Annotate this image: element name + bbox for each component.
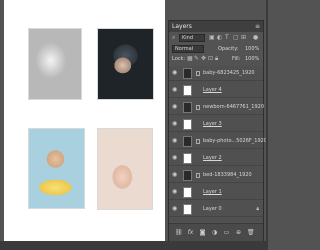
layer-name[interactable]: baby-6823425_1920 <box>203 66 255 81</box>
layer-thumbnail <box>183 153 192 164</box>
filter-shape-icon[interactable]: ▢ <box>233 33 239 43</box>
folder-icon[interactable]: ▭ <box>223 229 230 236</box>
visibility-eye-icon[interactable]: ◉ <box>172 138 178 144</box>
layer-row[interactable]: ◉ Layer 1 <box>169 185 263 200</box>
photo-baby-3[interactable] <box>28 128 85 209</box>
blend-mode-label: Normal <box>175 46 194 52</box>
layer-thumbnail <box>183 85 192 96</box>
panel-menu-icon[interactable]: ≡ <box>255 21 260 32</box>
layer-row[interactable]: ◉ Layer 3 <box>169 117 263 132</box>
status-bar <box>0 241 268 250</box>
layer-row[interactable]: ◉ Layer 2 <box>169 151 263 166</box>
filter-smart-icon[interactable]: ⊞ <box>241 33 246 43</box>
adjustment-icon[interactable]: ◑ <box>211 229 218 236</box>
visibility-eye-icon[interactable]: ◉ <box>172 172 178 178</box>
layer-name[interactable]: Layer 0 <box>203 202 222 217</box>
lock-row: Lock: ▦ ✎ ✥ ⊡ 🔒︎ Fill: 100% <box>169 54 263 64</box>
layer-name[interactable]: baby-photo...5026F_1920 <box>203 134 267 149</box>
trash-icon[interactable]: 🗑︎ <box>247 229 255 236</box>
layer-row[interactable]: ◉ bed-1833984_1920 <box>169 168 263 183</box>
layer-lock-icon: 🔒︎ <box>256 206 259 212</box>
lock-all-icon[interactable]: 🔒︎ <box>215 54 218 64</box>
layer-thumbnail <box>183 204 192 215</box>
fx-icon[interactable]: fx <box>187 229 194 236</box>
layer-name[interactable]: bed-1833984_1920 <box>203 168 252 183</box>
lock-label: Lock: <box>172 56 186 62</box>
new-layer-icon[interactable]: ⊕ <box>235 229 242 236</box>
lock-artboard-icon[interactable]: ⊡ <box>208 54 213 64</box>
filter-toggle-icon[interactable]: ● <box>253 33 258 43</box>
photo-baby-1[interactable] <box>28 28 82 100</box>
layer-thumbnail <box>183 119 192 130</box>
layer-row[interactable]: ◉ Layer 0 🔒︎ <box>169 202 263 217</box>
layer-name[interactable]: Layer 3 <box>203 117 222 132</box>
filter-row: ⌕ Kind ▣ ◐ T ▢ ⊞ ● <box>169 33 263 43</box>
search-icon: ⌕ <box>172 34 176 41</box>
layer-thumbnail <box>183 136 192 147</box>
clip-link-icon <box>196 173 200 178</box>
layer-list: ◉ baby-6823425_1920 ◉ Layer 4 ◉ newborn-64677… <box>169 66 267 222</box>
layer-name[interactable]: newborn-6467761_1920 <box>203 100 264 115</box>
layer-name[interactable]: Layer 4 <box>203 83 222 98</box>
blend-row: Normal Opacity: 100% <box>169 44 263 54</box>
layers-panel: Layers ≡ ⌕ Kind ▣ ◐ T ▢ ⊞ ● Normal Opaci… <box>168 20 267 241</box>
visibility-eye-icon[interactable]: ◉ <box>172 155 178 161</box>
photo-baby-4[interactable] <box>97 128 153 210</box>
clip-link-icon <box>196 139 200 144</box>
visibility-eye-icon[interactable]: ◉ <box>172 189 178 195</box>
fill-value[interactable]: 100% <box>245 54 259 64</box>
lock-move-icon[interactable]: ✥ <box>201 54 206 64</box>
opacity-label: Opacity: <box>218 46 239 52</box>
layer-thumbnail <box>183 187 192 198</box>
right-edge-bar <box>266 0 268 241</box>
layer-row[interactable]: ◉ baby-6823425_1920 <box>169 66 263 81</box>
visibility-eye-icon[interactable]: ◉ <box>172 104 178 110</box>
layer-thumbnail <box>183 102 192 113</box>
clip-link-icon <box>196 71 200 76</box>
filter-adjust-icon[interactable]: ◐ <box>217 33 222 43</box>
layer-row[interactable]: ◉ Layer 4 <box>169 83 263 98</box>
filter-kind-label: Kind <box>182 35 194 41</box>
visibility-eye-icon[interactable]: ◉ <box>172 121 178 127</box>
lock-pixels-icon[interactable]: ▦ <box>187 54 193 64</box>
filter-pixel-icon[interactable]: ▣ <box>209 33 215 43</box>
layers-title: Layers <box>172 23 192 30</box>
blend-mode-select[interactable]: Normal <box>172 45 204 53</box>
filter-kind-select[interactable]: Kind <box>179 34 205 42</box>
layer-row[interactable]: ◉ baby-photo...5026F_1920 <box>169 134 267 149</box>
layers-panel-title: Layers ≡ <box>169 21 263 32</box>
mask-icon[interactable]: ◙ <box>199 229 206 236</box>
link-icon[interactable]: ⛓ <box>175 229 183 236</box>
clip-link-icon <box>196 105 200 110</box>
visibility-eye-icon[interactable]: ◉ <box>172 70 178 76</box>
layer-thumbnail <box>183 68 192 79</box>
visibility-eye-icon[interactable]: ◉ <box>172 206 178 212</box>
layer-name[interactable]: Layer 1 <box>203 185 222 200</box>
opacity-value[interactable]: 100% <box>245 44 259 54</box>
visibility-eye-icon[interactable]: ◉ <box>172 87 178 93</box>
photo-baby-2[interactable] <box>97 28 154 100</box>
fill-label: Fill: <box>232 56 241 62</box>
layer-row[interactable]: ◉ newborn-6467761_1920 <box>169 100 264 115</box>
layer-thumbnail <box>183 170 192 181</box>
layer-name[interactable]: Layer 2 <box>203 151 222 166</box>
filter-type-icon[interactable]: T <box>225 33 229 43</box>
lock-paint-icon[interactable]: ✎ <box>194 54 199 64</box>
layers-footer: ⛓ fx ◙ ◑ ▭ ⊕ 🗑︎ <box>169 223 263 241</box>
